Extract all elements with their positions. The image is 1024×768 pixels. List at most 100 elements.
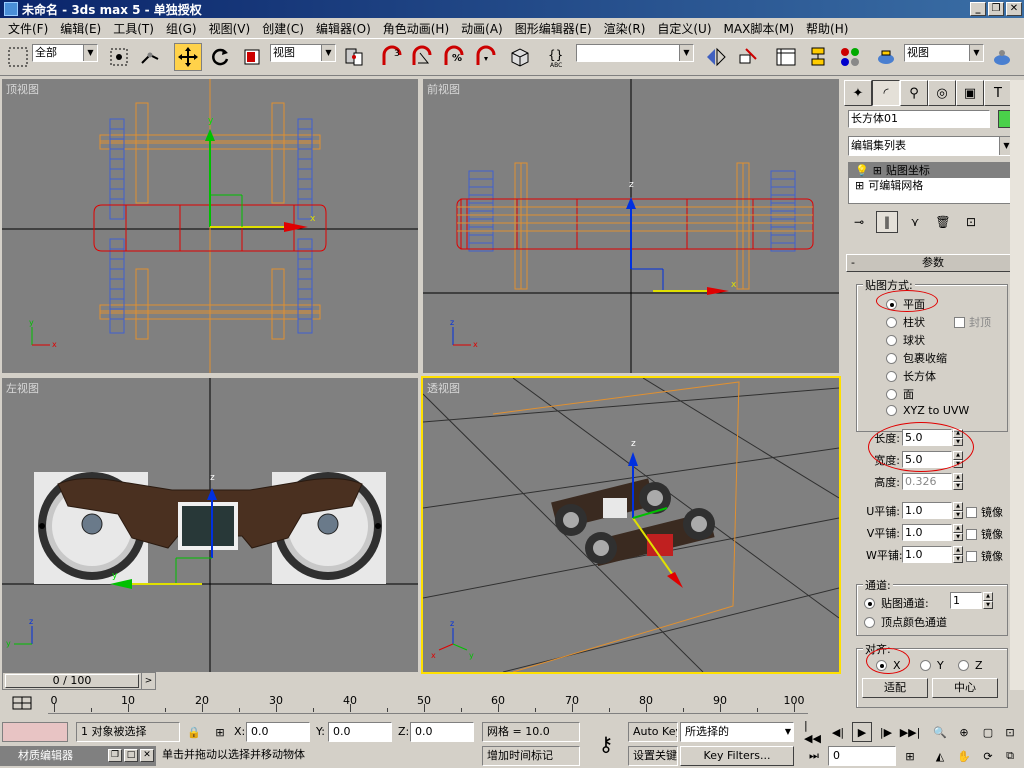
zoom-icon[interactable]: 🔍 (930, 722, 950, 742)
select-region-icon[interactable] (4, 43, 32, 71)
stack-item-editable-mesh[interactable]: ⊞ 可编辑网格 (849, 178, 1013, 193)
close-icon[interactable]: ✕ (140, 749, 154, 762)
absolute-mode-icon[interactable]: ⊞ (210, 722, 230, 742)
key-icon[interactable]: ⚷ (586, 730, 626, 758)
zoom-extents-icon[interactable]: ▢ (978, 722, 998, 742)
command-panel-scrollbar[interactable] (1010, 80, 1024, 690)
viewport-label-perspective[interactable]: 透视图 (427, 380, 460, 396)
u-flip-checkbox[interactable]: 镜像 (966, 504, 1003, 520)
frame-ruler[interactable]: 0 10 20 30 40 50 60 70 80 90 100 (48, 692, 808, 714)
mapping-face-radio[interactable]: 面 (886, 386, 914, 402)
render-view-dropdown[interactable]: 视图 ▼ (904, 44, 984, 62)
goto-start-icon[interactable]: |◀◀ (804, 719, 824, 745)
maximize-icon[interactable]: □ (124, 749, 138, 762)
tab-utilities[interactable]: T (984, 80, 1012, 106)
viewport-label-front[interactable]: 前视图 (427, 81, 460, 97)
object-name-field[interactable]: 长方体01 (848, 110, 990, 128)
height-spinner[interactable]: 高度: 0.326 ▲ ▼ (870, 473, 963, 490)
select-link-icon[interactable] (136, 43, 164, 71)
schematic-icon[interactable] (804, 43, 832, 71)
viewport-label-left[interactable]: 左视图 (6, 380, 39, 396)
align-icon[interactable] (734, 43, 762, 71)
track-view-icon[interactable] (772, 43, 800, 71)
select-by-name-icon[interactable] (106, 43, 134, 71)
cube-icon[interactable] (506, 43, 534, 71)
edit-named-sel-icon[interactable]: {} ABC (544, 43, 572, 71)
viewport-left[interactable]: z y z y 左视图 (0, 376, 420, 674)
menu-file[interactable]: 文件(F) (2, 20, 54, 37)
mirror-icon[interactable] (702, 43, 730, 71)
menu-group[interactable]: 组(G) (160, 20, 203, 37)
menu-graph-editors[interactable]: 图形编辑器(E) (509, 20, 598, 37)
selection-filter-dropdown[interactable]: 全部 ▼ (32, 44, 98, 62)
mapping-cylindrical-radio[interactable]: 柱状 (886, 314, 925, 330)
z-coord-field[interactable]: 0.0 (410, 722, 474, 742)
zoom-all-icon[interactable]: ⊕ (954, 722, 974, 742)
menu-rendering[interactable]: 渲染(R) (598, 20, 652, 37)
v-tile-spinner[interactable]: V平铺: 1.0 ▲ ▼ (866, 524, 963, 541)
remove-modifier-icon[interactable]: 🗑 (932, 211, 954, 233)
map-channel-spinner[interactable]: 1 ▲ ▼ (950, 592, 993, 609)
menu-create[interactable]: 创建(C) (256, 20, 310, 37)
set-key-button[interactable]: 设置关键帧 (628, 746, 678, 766)
menu-edit[interactable]: 编辑(E) (54, 20, 107, 37)
tab-create[interactable]: ✦ (844, 80, 872, 106)
align-z-radio[interactable]: Z (958, 659, 983, 672)
time-config-icon[interactable]: ⊞ (900, 746, 920, 766)
w-tile-spinner[interactable]: W平铺: 1.0 ▲ ▼ (866, 546, 963, 563)
prev-frame-icon[interactable]: ◀| (828, 722, 848, 742)
select-scale-icon[interactable] (238, 43, 266, 71)
configure-sets-icon[interactable]: ⊡ (960, 211, 982, 233)
tab-motion[interactable]: ◎ (928, 80, 956, 106)
add-time-tag-field[interactable]: 增加时间标记 (482, 746, 580, 766)
menu-views[interactable]: 视图(V) (203, 20, 257, 37)
menu-animation[interactable]: 动画(A) (455, 20, 509, 37)
pin-stack-icon[interactable]: ⊸ (848, 211, 870, 233)
maximize-viewport-icon[interactable]: ⧉ (1000, 746, 1020, 766)
restore-button[interactable]: ❐ (988, 2, 1004, 16)
key-filters-button[interactable]: Key Filters... (680, 746, 794, 766)
mapping-xyz-to-uvw-radio[interactable]: XYZ to UVW (886, 404, 969, 417)
v-flip-checkbox[interactable]: 镜像 (966, 526, 1003, 542)
vertex-color-channel-radio[interactable]: 顶点颜色通道 (864, 614, 947, 630)
modifier-list-dropdown[interactable]: 编辑集列表 ▼ (848, 136, 1014, 156)
material-editor-minimized[interactable]: 材质编辑器 ❐ □ ✕ (0, 746, 156, 766)
play-icon[interactable]: ▶ (852, 722, 872, 742)
snap-3d-icon[interactable]: 3 (378, 43, 406, 71)
maxscript-listener-mini[interactable] (2, 722, 68, 742)
tab-display[interactable]: ▣ (956, 80, 984, 106)
menu-modifiers[interactable]: 编辑器(O) (310, 20, 377, 37)
angle-snap-icon[interactable] (408, 43, 436, 71)
quick-render-icon[interactable] (988, 43, 1016, 71)
arc-rotate-icon[interactable]: ⟳ (978, 746, 998, 766)
render-scene-icon[interactable] (872, 43, 900, 71)
menu-tools[interactable]: 工具(T) (107, 20, 160, 37)
time-slider[interactable]: 0 / 100 > (2, 672, 156, 690)
current-frame-field[interactable]: 0 (828, 746, 896, 766)
viewport-label-top[interactable]: 顶视图 (6, 81, 39, 97)
key-mode-dropdown[interactable]: 所选择的 ▼ (680, 722, 794, 742)
close-button[interactable]: ✕ (1006, 2, 1022, 16)
select-move-icon[interactable] (174, 43, 202, 71)
make-unique-icon[interactable]: ⋎ (904, 211, 926, 233)
menu-character[interactable]: 角色动画(H) (377, 20, 455, 37)
menu-customize[interactable]: 自定义(U) (651, 20, 717, 37)
tab-hierarchy[interactable]: ⚲ (900, 80, 928, 106)
named-selection-dropdown[interactable]: ▼ (576, 44, 694, 62)
material-editor-icon[interactable] (836, 43, 864, 71)
u-tile-spinner[interactable]: U平铺: 1.0 ▲ ▼ (866, 502, 963, 519)
map-channel-radio[interactable]: 贴图通道: (864, 595, 929, 611)
percent-snap-icon[interactable]: % (440, 43, 468, 71)
mapping-spherical-radio[interactable]: 球状 (886, 332, 925, 348)
mapping-box-radio[interactable]: 长方体 (886, 368, 936, 384)
x-coord-field[interactable]: 0.0 (246, 722, 310, 742)
menu-maxscript[interactable]: MAX脚本(M) (718, 20, 801, 37)
time-slider-knob[interactable]: 0 / 100 (5, 674, 139, 688)
show-end-result-icon[interactable]: ‖ (876, 211, 898, 233)
w-flip-checkbox[interactable]: 镜像 (966, 548, 1003, 564)
next-frame-arrow-icon[interactable]: > (141, 673, 155, 689)
parameters-rollout-header[interactable]: - 参数 (846, 254, 1020, 272)
auto-key-button[interactable]: Auto Key (628, 722, 678, 742)
viewport-front[interactable]: z x z x 前视图 (421, 77, 841, 375)
viewport-perspective[interactable]: z z x y 透视图 (421, 376, 841, 674)
